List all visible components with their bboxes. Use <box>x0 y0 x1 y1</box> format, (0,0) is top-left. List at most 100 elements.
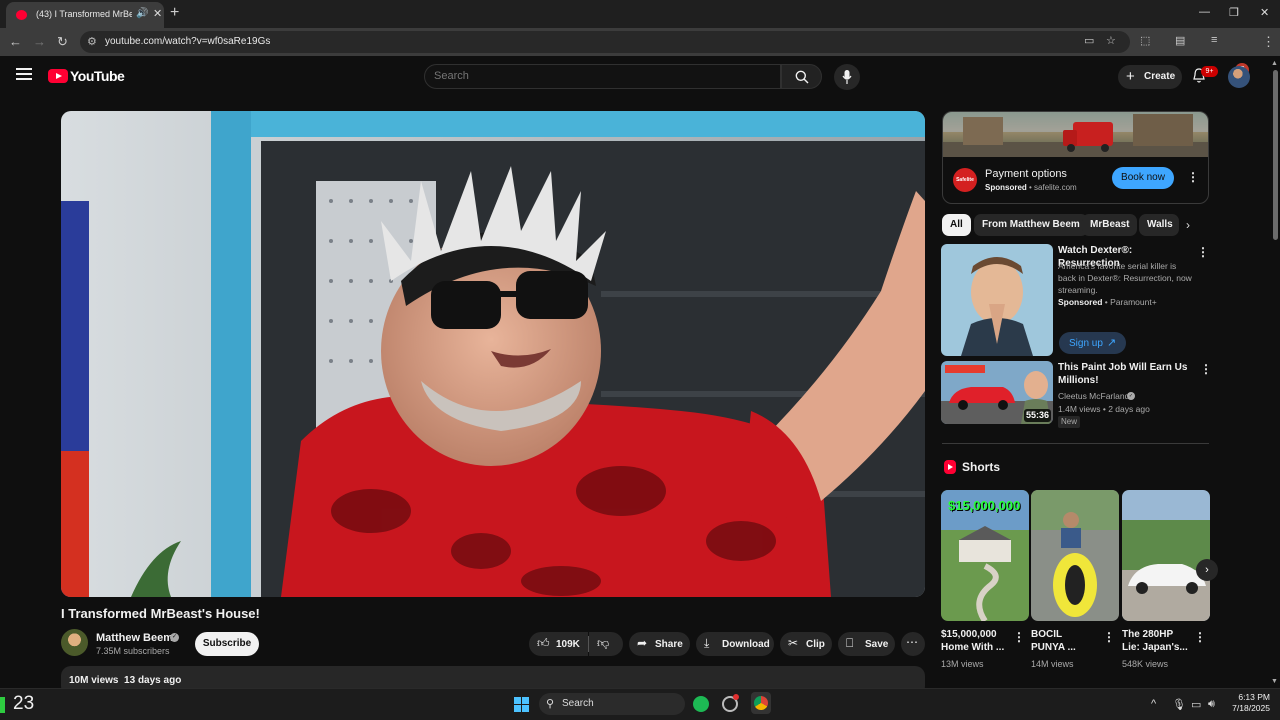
scissors-icon: ✂ <box>788 636 799 650</box>
restore-icon[interactable]: ❐ <box>1229 6 1239 19</box>
speaker-icon[interactable]: 🔊 <box>136 8 148 19</box>
dexter-ad-thumbnail[interactable] <box>941 244 1053 356</box>
chrome-taskbar-button[interactable] <box>751 692 771 714</box>
site-info-icon[interactable]: ⚙ <box>87 35 97 48</box>
taskbar-clock[interactable]: 6:13 PM 7/18/2025 <box>1226 692 1270 714</box>
thumbs-up-icon: 👍︎ <box>537 636 550 650</box>
chip-walls[interactable]: Walls <box>1139 214 1179 236</box>
side-panel-icon[interactable]: ▤ <box>1175 34 1185 47</box>
search-box[interactable] <box>424 64 781 89</box>
channel-name[interactable]: Matthew Beem <box>96 632 173 644</box>
reload-icon[interactable]: ↻ <box>57 34 68 50</box>
rec-channel-cleetus[interactable]: Cleetus McFarland <box>1058 390 1129 402</box>
save-label: Save <box>865 639 889 650</box>
short-thumbnail-3[interactable] <box>1122 490 1210 621</box>
chip-from-channel[interactable]: From Matthew Beem <box>974 214 1088 236</box>
short-more-icon[interactable]: ⋮ <box>1194 630 1206 644</box>
chip-mrbeast[interactable]: MrBeast <box>1082 214 1138 236</box>
voice-search-button[interactable] <box>834 64 860 90</box>
youtube-wordmark: YouTube <box>70 68 125 84</box>
ad-title[interactable]: Payment options <box>985 168 1067 180</box>
rec-title-paint-job[interactable]: This Paint Job Will Earn Us Millions! <box>1058 361 1193 387</box>
network-icon[interactable]: ▭ <box>1191 698 1201 711</box>
ad-van-image <box>943 112 1208 157</box>
rec-more-icon[interactable]: ⋮ <box>1197 245 1209 259</box>
scroll-down-icon[interactable]: ▼ <box>1271 678 1278 685</box>
guide-menu-icon[interactable] <box>16 68 32 80</box>
like-button[interactable]: 👍︎ 109K <box>529 632 588 656</box>
sign-up-button[interactable]: Sign up ↗ <box>1059 332 1126 354</box>
mic-tray-icon[interactable]: 🎙︎ <box>1172 698 1186 711</box>
ad-sponsored-label: Sponsored <box>985 183 1027 192</box>
channel-avatar[interactable] <box>61 629 88 656</box>
save-button[interactable]: ⎕ Save <box>838 632 895 656</box>
clip-button[interactable]: ✂ Clip <box>780 632 832 656</box>
bocil-thumbnail-image <box>1031 490 1119 621</box>
sponsored-ad-card[interactable]: Safelite Payment options Sponsored • saf… <box>942 111 1209 204</box>
share-label: Share <box>655 639 683 650</box>
short-title-1[interactable]: $15,000,000 Home With ... <box>941 628 1009 654</box>
share-arrow-icon: ➦ <box>637 636 648 650</box>
ad-banner-image[interactable] <box>943 112 1208 157</box>
search-input[interactable] <box>434 70 764 82</box>
create-button[interactable]: + Create <box>1118 65 1182 89</box>
upload-age: 13 days ago <box>124 675 182 686</box>
jdm-car-thumbnail-image <box>1122 490 1210 621</box>
chip-all[interactable]: All <box>942 214 971 236</box>
bookmark-star-icon[interactable]: ☆ <box>1106 34 1116 47</box>
minimize-icon[interactable]: — <box>1199 6 1210 18</box>
taskbar-search-label: Search <box>562 698 594 709</box>
browser-tab-strip: (43) I Transformed MrBeast's House! 🔊 ✕ … <box>0 0 1280 28</box>
app-notification-dot-icon <box>733 694 739 700</box>
close-window-icon[interactable]: ✕ <box>1260 6 1269 19</box>
scroll-up-icon[interactable]: ▲ <box>1271 60 1278 67</box>
notification-count-badge: 9+ <box>1201 66 1218 77</box>
browser-tab[interactable]: (43) I Transformed MrBeast's House! 🔊 ✕ <box>6 2 164 28</box>
video-frame <box>61 111 925 597</box>
cast-icon[interactable]: ▭ <box>1084 34 1094 47</box>
back-icon[interactable]: ← <box>9 34 22 49</box>
taskbar-search[interactable]: ⚲ Search <box>539 693 685 715</box>
short-views-2: 14M views <box>1031 659 1074 669</box>
dislike-button[interactable]: 👎︎ <box>589 632 623 656</box>
search-icon <box>795 70 809 84</box>
more-horizontal-icon: ⋯ <box>906 635 918 649</box>
verified-icon: ✓ <box>1127 392 1135 400</box>
shorts-next-button[interactable]: › <box>1196 559 1218 581</box>
short-title-3[interactable]: The 280HP Lie: Japan's... <box>1122 628 1190 654</box>
forward-icon[interactable]: → <box>33 34 46 49</box>
extensions-icon[interactable]: ⬚ <box>1140 34 1150 47</box>
rec-more-icon[interactable]: ⋮ <box>1200 362 1212 376</box>
browser-menu-icon[interactable]: ⋮ <box>1262 34 1275 50</box>
short-thumbnail-2[interactable] <box>1031 490 1119 621</box>
windows-start-icon[interactable] <box>514 697 529 712</box>
search-icon: ⚲ <box>546 698 555 710</box>
search-button[interactable] <box>781 64 822 89</box>
tray-overflow-icon[interactable]: ^ <box>1151 698 1156 710</box>
volume-icon[interactable]: 🔊︎ <box>1208 698 1215 711</box>
ad-more-icon[interactable]: ⋮ <box>1187 170 1199 184</box>
bookmark-icon: ⎕ <box>846 636 854 650</box>
new-tab-icon[interactable]: + <box>170 4 179 22</box>
share-button[interactable]: ➦ Share <box>629 632 690 656</box>
address-bar[interactable]: ⚙ youtube.com/watch?v=wf0saRe19Gs ▭ ☆ <box>80 31 1130 53</box>
advertiser-logo[interactable]: Safelite <box>953 168 977 192</box>
spotify-icon[interactable] <box>693 696 709 712</box>
scrollbar-thumb[interactable] <box>1273 70 1278 240</box>
account-avatar[interactable] <box>1228 66 1250 88</box>
short-title-2[interactable]: BOCIL PUNYA ... <box>1031 628 1086 654</box>
reading-list-icon[interactable]: ≡ <box>1211 34 1217 46</box>
chrome-icon <box>754 696 768 710</box>
short-thumbnail-1[interactable]: $15,000,000 <box>941 490 1029 621</box>
more-actions-button[interactable]: ⋯ <box>901 632 925 656</box>
create-label: Create <box>1144 71 1176 82</box>
subscribe-button[interactable]: Subscribe <box>195 632 259 656</box>
close-tab-icon[interactable]: ✕ <box>153 7 162 20</box>
video-player[interactable] <box>61 111 925 597</box>
youtube-play-icon <box>48 69 68 83</box>
book-now-button[interactable]: Book now <box>1112 167 1174 189</box>
download-button[interactable]: ⤓ Download <box>696 632 774 656</box>
chevron-right-icon[interactable]: › <box>1186 218 1190 232</box>
short-more-icon[interactable]: ⋮ <box>1013 630 1025 644</box>
short-more-icon[interactable]: ⋮ <box>1103 630 1115 644</box>
